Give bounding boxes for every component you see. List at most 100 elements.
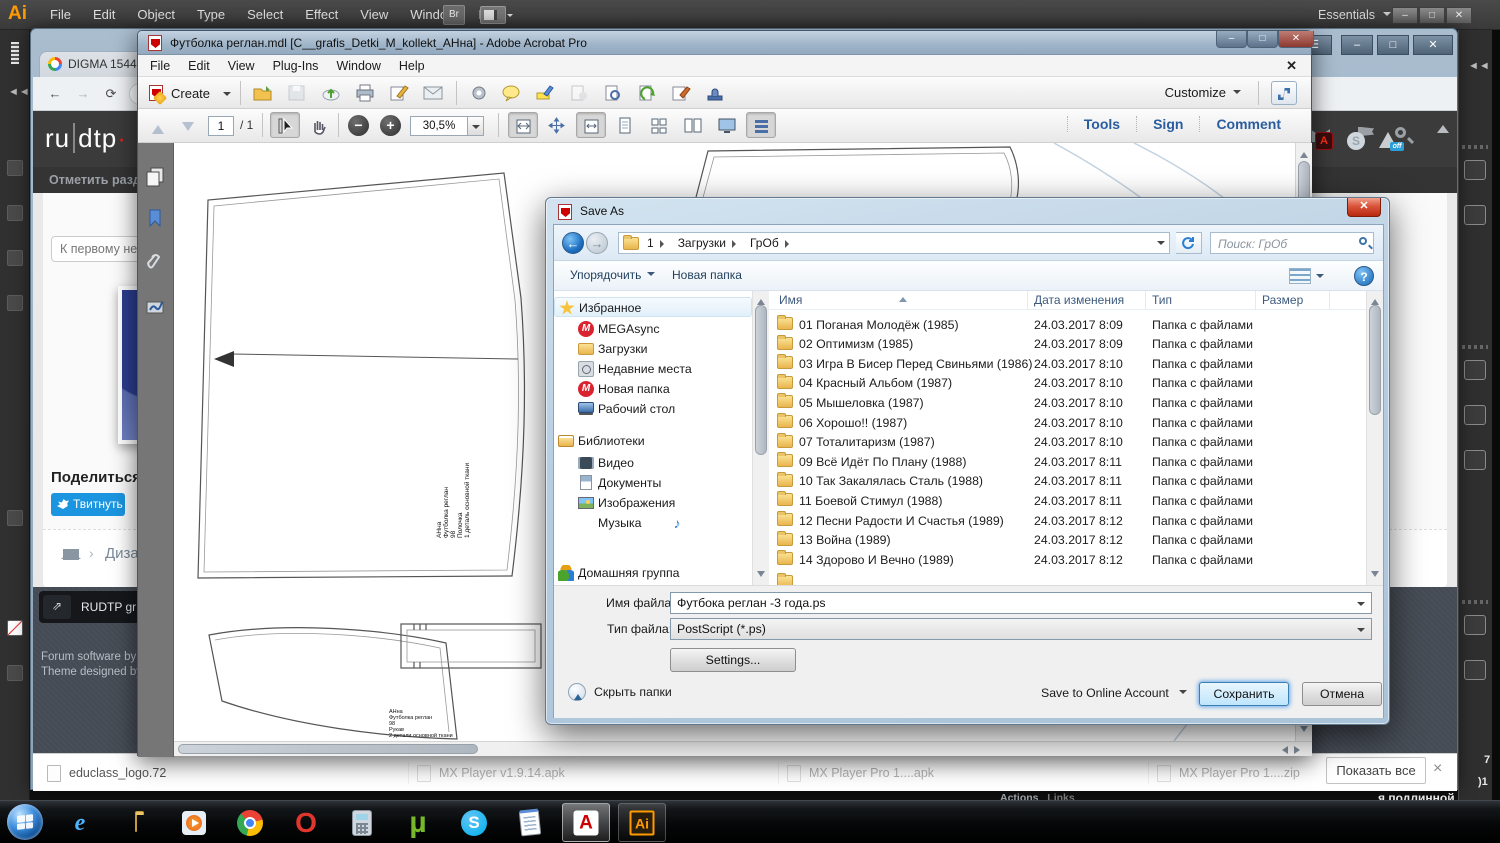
sidebar-scrollbar[interactable]: [752, 291, 769, 585]
file-row-partial[interactable]: [769, 573, 1366, 585]
sidebar-item[interactable]: Новая папка: [554, 379, 752, 399]
export-icon[interactable]: [632, 80, 662, 106]
breadcrumb-segment[interactable]: 1: [643, 236, 658, 250]
scroll-top-icon[interactable]: [1437, 119, 1449, 133]
taskbar-explorer-icon[interactable]: [112, 803, 160, 842]
illustrator-menu-item[interactable]: File: [50, 7, 71, 22]
file-row[interactable]: 06 Хорошо!! (1987) 24.03.2017 8:10 Папка…: [769, 413, 1366, 433]
taskbar-notepad-icon[interactable]: [506, 803, 554, 842]
breadcrumb-segment[interactable]: ГрОб: [746, 236, 783, 250]
file-row[interactable]: 09 Всё Идёт По Плану (1988) 24.03.2017 8…: [769, 452, 1366, 472]
type-tool-icon[interactable]: [7, 250, 23, 266]
brushes-panel-icon[interactable]: [1464, 405, 1486, 425]
horizontal-scrollbar[interactable]: [174, 741, 1312, 756]
page-thumbnails-icon[interactable]: [146, 167, 166, 187]
pan-zoom-icon[interactable]: [542, 112, 572, 138]
breadcrumb-segment[interactable]: Загрузки: [674, 236, 730, 250]
single-page-icon[interactable]: [610, 112, 640, 138]
sidebar-libraries-header[interactable]: Библиотеки: [554, 431, 752, 451]
sidebar-item[interactable]: Рабочий стол: [554, 399, 752, 419]
arrange-documents-icon[interactable]: [480, 6, 506, 24]
fullscreen-toggle-icon[interactable]: [1271, 81, 1297, 105]
file-row[interactable]: 11 Боевой Стимул (1988) 24.03.2017 8:11 …: [769, 491, 1366, 511]
settings-gear-icon[interactable]: [464, 80, 494, 106]
view-dropdown-icon[interactable]: [1316, 274, 1324, 282]
nav-forward-icon[interactable]: →: [586, 232, 608, 254]
sidebar-favorites-header[interactable]: Избранное: [554, 297, 752, 317]
bridge-icon[interactable]: Br: [443, 5, 465, 25]
file-row[interactable]: 02 Оптимизм (1985) 24.03.2017 8:09 Папка…: [769, 335, 1366, 355]
acrobat-minimize-button[interactable]: –: [1216, 31, 1247, 48]
zoom-tool-icon[interactable]: [7, 510, 23, 526]
search-input[interactable]: Поиск: ГрОб: [1210, 232, 1374, 254]
zoom-level-input[interactable]: 30,5%: [410, 116, 468, 136]
layers-panel-icon[interactable]: [1464, 615, 1486, 635]
adblock-extension-icon[interactable]: off: [1379, 132, 1397, 148]
search-icon[interactable]: [1359, 237, 1367, 245]
download-item[interactable]: MX Player v1.9.14.apk: [408, 762, 565, 784]
show-all-downloads-button[interactable]: Показать все: [1326, 757, 1426, 784]
toolbar-grip[interactable]: [11, 42, 19, 64]
highlight-text-icon[interactable]: [530, 80, 560, 106]
taskbar-chrome-icon[interactable]: [226, 803, 274, 842]
dialog-close-button[interactable]: ✕: [1347, 198, 1381, 217]
nav-back-icon[interactable]: ←: [562, 232, 584, 254]
address-breadcrumb-bar[interactable]: 1 Загрузки ГрОб: [618, 232, 1170, 254]
color-panel-icon[interactable]: [1464, 160, 1486, 180]
sidebar-item[interactable]: Видео: [554, 453, 752, 473]
illustrator-menu-item[interactable]: Edit: [93, 7, 115, 22]
tweet-button[interactable]: Твитнуть: [51, 493, 125, 516]
acrobat-close-button[interactable]: ✕: [1278, 31, 1314, 48]
page-number-input[interactable]: 1: [208, 116, 234, 136]
attachments-icon[interactable]: [146, 253, 166, 275]
file-row[interactable]: 04 Красный Альбом (1987) 24.03.2017 8:10…: [769, 374, 1366, 394]
file-list-scrollbar[interactable]: [1366, 291, 1383, 585]
select-tool-icon[interactable]: [270, 112, 300, 138]
acrobat-titlebar[interactable]: Футболка реглан.mdl [C__grafis_Detki_M_k…: [138, 31, 1311, 55]
customize-button[interactable]: Customize: [1165, 85, 1241, 100]
taskbar-mediaplayer-icon[interactable]: [170, 803, 218, 842]
file-row[interactable]: 10 Так Закалялась Сталь (1988) 24.03.201…: [769, 472, 1366, 492]
home-icon[interactable]: [63, 549, 79, 560]
upload-cloud-icon[interactable]: [316, 80, 346, 106]
two-page-scroll-icon[interactable]: [644, 112, 674, 138]
scrolling-mode-icon[interactable]: [508, 112, 538, 138]
refresh-icon[interactable]: [1176, 232, 1202, 254]
rudtp-style-button[interactable]: RUDTP gr: [81, 600, 136, 614]
symbols-panel-icon[interactable]: [1464, 450, 1486, 470]
acrobat-menu-item[interactable]: Window: [336, 59, 380, 73]
file-row[interactable]: 12 Песни Радости И Счастья (1989) 24.03.…: [769, 511, 1366, 531]
download-item[interactable]: MX Player Pro 1....apk: [778, 762, 934, 784]
back-icon[interactable]: ←: [45, 84, 65, 104]
filetype-select[interactable]: PostScript (*.ps): [670, 618, 1372, 640]
acrobat-extension-icon[interactable]: A: [1315, 132, 1333, 150]
acrobat-menu-item[interactable]: Plug-Ins: [273, 59, 319, 73]
sidebar-item[interactable]: Изображения: [554, 493, 752, 513]
sign-pen-icon[interactable]: [384, 80, 414, 106]
create-pdf-button[interactable]: Create: [146, 80, 234, 106]
illustrator-menu-item[interactable]: Object: [137, 7, 175, 22]
browser-maximize-button[interactable]: □: [1377, 35, 1409, 55]
taskbar-calculator-icon[interactable]: [338, 803, 386, 842]
delete-pages-icon[interactable]: [564, 80, 594, 106]
save-online-dropdown[interactable]: Save to Online Account: [1041, 686, 1187, 700]
rudtp-logo[interactable]: rudtp·: [45, 123, 127, 154]
sidebar-item[interactable]: Документы: [554, 473, 752, 493]
acrobat-menu-item[interactable]: View: [228, 59, 255, 73]
taskbar-acrobat-icon[interactable]: A: [562, 803, 610, 842]
acrobat-menu-item[interactable]: Edit: [188, 59, 210, 73]
artboards-panel-icon[interactable]: [1464, 660, 1486, 680]
filename-input[interactable]: Футбока реглан -3 года.ps: [670, 592, 1372, 614]
file-row[interactable]: 14 Здорово И Вечно (1989) 24.03.2017 8:1…: [769, 550, 1366, 570]
zoom-in-icon[interactable]: +: [380, 115, 401, 136]
download-item[interactable]: MX Player Pro 1....zip: [1148, 762, 1300, 784]
fullscreen-view-icon[interactable]: [712, 112, 742, 138]
file-row[interactable]: 03 Игра В Бисер Перед Свиньями (1986) 24…: [769, 354, 1366, 374]
address-dropdown-icon[interactable]: [1157, 241, 1165, 249]
sidebar-item[interactable]: Загрузки: [554, 339, 752, 359]
acrobat-menu-item[interactable]: Help: [399, 59, 425, 73]
reading-mode-icon[interactable]: [746, 112, 776, 138]
file-row[interactable]: 13 Война (1989) 24.03.2017 8:12 Папка с …: [769, 531, 1366, 551]
new-folder-button[interactable]: Новая папка: [672, 268, 742, 282]
file-row[interactable]: 05 Мышеловка (1987) 24.03.2017 8:10 Папк…: [769, 393, 1366, 413]
